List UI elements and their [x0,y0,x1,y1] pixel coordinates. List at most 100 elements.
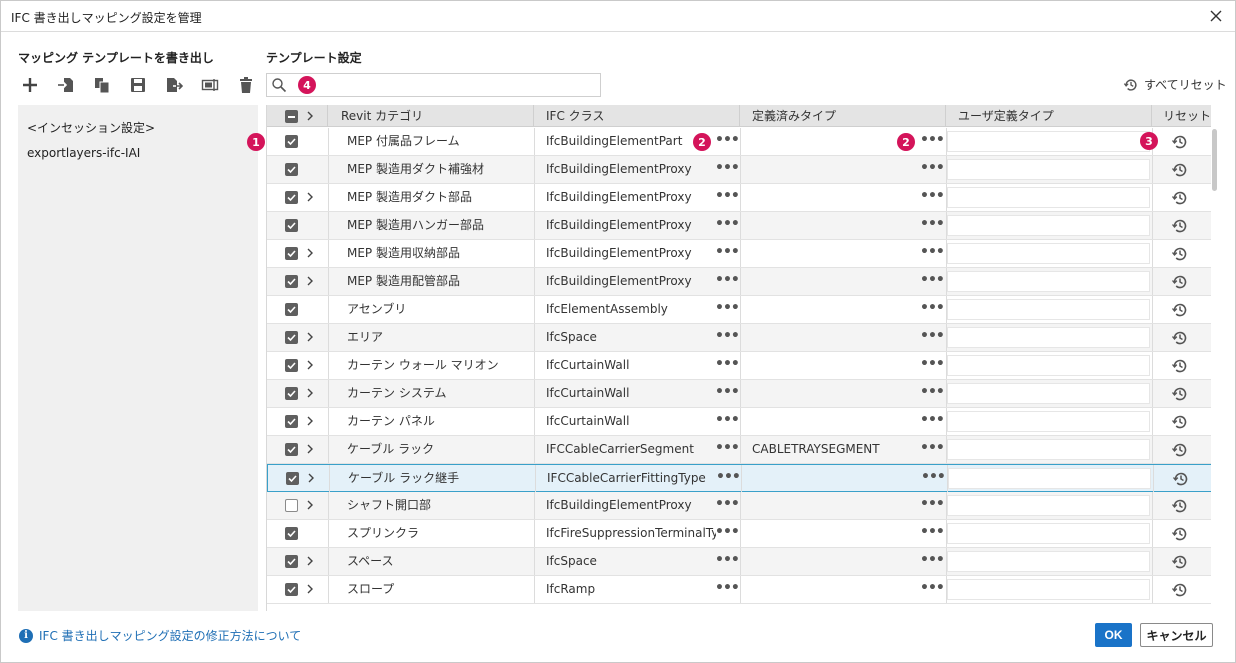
chevron-right-icon[interactable] [304,110,316,122]
reset-row-icon[interactable] [1171,581,1189,599]
reset-row-icon[interactable] [1171,217,1189,235]
expand-chevron-icon[interactable] [304,555,316,567]
table-row[interactable]: MEP 製造用配管部品 IfcBuildingElementProxy ••• ••• [267,268,1211,296]
predefined-type-more-button[interactable]: ••• [920,184,945,211]
predefined-type-more-button[interactable]: ••• [920,380,945,407]
export-template-button[interactable] [163,75,185,95]
ok-button[interactable]: OK [1095,623,1132,647]
reset-row-icon[interactable] [1171,525,1189,543]
ifc-class-more-button[interactable]: ••• [715,380,740,407]
row-checkbox[interactable] [285,527,298,540]
table-row[interactable]: ケーブル ラック IFCCableCarrierSegment ••• CABLETR… [267,436,1211,464]
grid-scrollbar[interactable] [1211,129,1219,609]
ifc-class-more-button[interactable]: ••• [715,128,740,155]
user-defined-type-input[interactable] [947,579,1150,600]
predefined-type-more-button[interactable]: ••• [920,156,945,183]
user-defined-type-input[interactable] [947,495,1150,516]
ifc-class-more-button[interactable]: ••• [715,212,740,239]
row-checkbox[interactable] [286,472,299,485]
rename-template-button[interactable] [199,75,221,95]
expand-chevron-icon[interactable] [304,499,316,511]
row-checkbox[interactable] [285,331,298,344]
row-checkbox[interactable] [285,135,298,148]
user-defined-type-input[interactable] [947,215,1150,236]
user-defined-type-input[interactable] [947,243,1150,264]
expand-chevron-icon[interactable] [304,275,316,287]
scroll-thumb[interactable] [1212,129,1217,191]
reset-row-icon[interactable] [1171,413,1189,431]
reset-row-icon[interactable] [1171,133,1189,151]
expand-chevron-icon[interactable] [304,443,316,455]
predefined-type-more-button[interactable]: ••• [920,576,945,603]
reset-row-icon[interactable] [1171,245,1189,263]
predefined-type-more-button[interactable]: ••• [920,128,945,155]
predefined-type-more-button[interactable]: ••• [920,548,945,575]
ifc-class-more-button[interactable]: ••• [715,352,740,379]
reset-row-icon[interactable] [1171,273,1189,291]
save-template-button[interactable] [127,75,149,95]
reset-row-icon[interactable] [1171,329,1189,347]
header-ifc-class[interactable]: IFC クラス [534,105,740,127]
user-defined-type-input[interactable] [947,439,1150,460]
reset-row-icon[interactable] [1172,470,1190,488]
reset-row-icon[interactable] [1171,301,1189,319]
table-row[interactable]: スプリンクラ IfcFireSuppressionTerminalTy ••• ••• [267,520,1211,548]
row-checkbox[interactable] [285,247,298,260]
user-defined-type-input[interactable] [947,355,1150,376]
table-row[interactable]: MEP 製造用収納部品 IfcBuildingElementProxy ••• ••• [267,240,1211,268]
user-defined-type-input[interactable] [947,383,1150,404]
reset-row-icon[interactable] [1171,553,1189,571]
search-input[interactable] [291,76,591,94]
select-all-checkbox[interactable] [285,110,298,123]
expand-chevron-icon[interactable] [304,191,316,203]
close-icon[interactable] [1207,7,1225,25]
ifc-class-more-button[interactable]: ••• [715,436,740,463]
table-row[interactable]: カーテン システム IfcCurtainWall ••• ••• [267,380,1211,408]
table-row[interactable]: カーテン パネル IfcCurtainWall ••• ••• [267,408,1211,436]
expand-chevron-icon[interactable] [305,472,317,484]
predefined-type-more-button[interactable]: ••• [921,465,946,492]
reset-row-icon[interactable] [1171,357,1189,375]
ifc-class-more-button[interactable]: ••• [715,548,740,575]
reset-row-icon[interactable] [1171,385,1189,403]
expand-chevron-icon[interactable] [304,583,316,595]
ifc-class-more-button[interactable]: ••• [715,240,740,267]
row-checkbox[interactable] [285,359,298,372]
user-defined-type-input[interactable] [947,159,1150,180]
predefined-type-more-button[interactable]: ••• [920,324,945,351]
expand-chevron-icon[interactable] [304,331,316,343]
predefined-type-more-button[interactable]: ••• [920,212,945,239]
ifc-class-more-button[interactable]: ••• [715,408,740,435]
user-defined-type-input[interactable] [947,299,1150,320]
predefined-type-more-button[interactable]: ••• [920,268,945,295]
table-row[interactable]: エリア IfcSpace ••• ••• [267,324,1211,352]
user-defined-type-input[interactable] [947,187,1150,208]
header-predefined-type[interactable]: 定義済みタイプ [740,105,946,127]
predefined-type-more-button[interactable]: ••• [920,520,945,547]
row-checkbox[interactable] [285,303,298,316]
user-defined-type-input[interactable] [947,411,1150,432]
ifc-class-more-button[interactable]: ••• [715,492,740,519]
new-template-button[interactable] [19,75,41,95]
table-row[interactable]: MEP 製造用ダクト補強材 IfcBuildingElementProxy ••• •… [267,156,1211,184]
ifc-class-more-button[interactable]: ••• [715,268,740,295]
table-row[interactable]: スペース IfcSpace ••• ••• [267,548,1211,576]
row-checkbox[interactable] [285,219,298,232]
expand-chevron-icon[interactable] [304,247,316,259]
user-defined-type-input[interactable] [948,468,1151,489]
ifc-class-more-button[interactable]: ••• [715,576,740,603]
predefined-type-more-button[interactable]: ••• [920,492,945,519]
reset-row-icon[interactable] [1171,189,1189,207]
delete-template-button[interactable] [235,75,257,95]
template-item-exportlayers[interactable]: exportlayers-ifc-IAI [27,146,140,160]
table-row[interactable]: MEP 付属品フレーム IfcBuildingElementPart ••• ••• [267,128,1211,156]
header-user-defined-type[interactable]: ユーザ定義タイプ [946,105,1152,127]
row-checkbox[interactable] [285,275,298,288]
table-row[interactable]: スロープ IfcRamp ••• ••• [267,576,1211,604]
ifc-class-more-button[interactable]: ••• [715,296,740,323]
table-row[interactable]: ケーブル ラック継手 IFCCableCarrierFittingType ••• •… [267,464,1211,492]
help-link[interactable]: i IFC 書き出しマッピング設定の修正方法について [19,627,301,644]
reset-row-icon[interactable] [1171,441,1189,459]
ifc-class-more-button[interactable]: ••• [716,465,741,492]
user-defined-type-input[interactable] [947,523,1150,544]
